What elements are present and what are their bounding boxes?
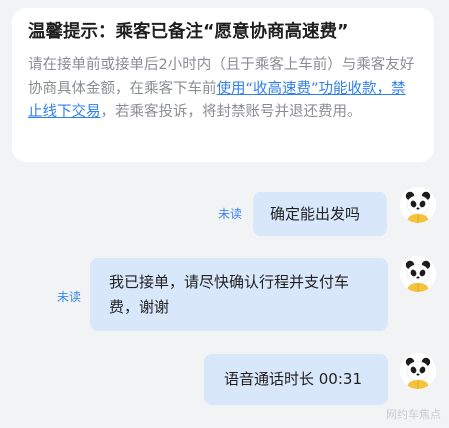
notice-body: 请在接单前或接单后2小时内（且于乘客上车前）与乘客友好协商具体金额，在乘客下车前…: [28, 54, 418, 125]
panda-avatar-icon[interactable]: [400, 256, 436, 292]
notice-body-text-2: ，若乘客投诉，将封禁账号并退还费用。: [100, 104, 362, 120]
message-text: 语音通话时长 00:31: [224, 370, 362, 388]
message-bubble[interactable]: 语音通话时长 00:31: [204, 354, 388, 405]
panda-avatar-icon[interactable]: [400, 187, 436, 223]
panda-avatar-icon[interactable]: [400, 353, 436, 389]
watermark: 网约车焦点: [386, 408, 441, 421]
unread-status: 未读: [218, 207, 243, 221]
unread-status: 未读: [57, 290, 82, 304]
message-bubble[interactable]: 确定能出发吗: [253, 192, 387, 236]
message-text: 确定能出发吗: [270, 205, 361, 223]
notice-title: 温馨提示：乘客已备注“愿意协商高速费”: [28, 22, 349, 42]
message-text: 我已接单，请尽快确认行程并支付车费，谢谢: [109, 273, 350, 316]
notice-card: 温馨提示：乘客已备注“愿意协商高速费” 请在接单前或接单后2小时内（且于乘客上车…: [12, 8, 434, 162]
message-bubble[interactable]: 我已接单，请尽快确认行程并支付车费，谢谢: [90, 258, 388, 331]
